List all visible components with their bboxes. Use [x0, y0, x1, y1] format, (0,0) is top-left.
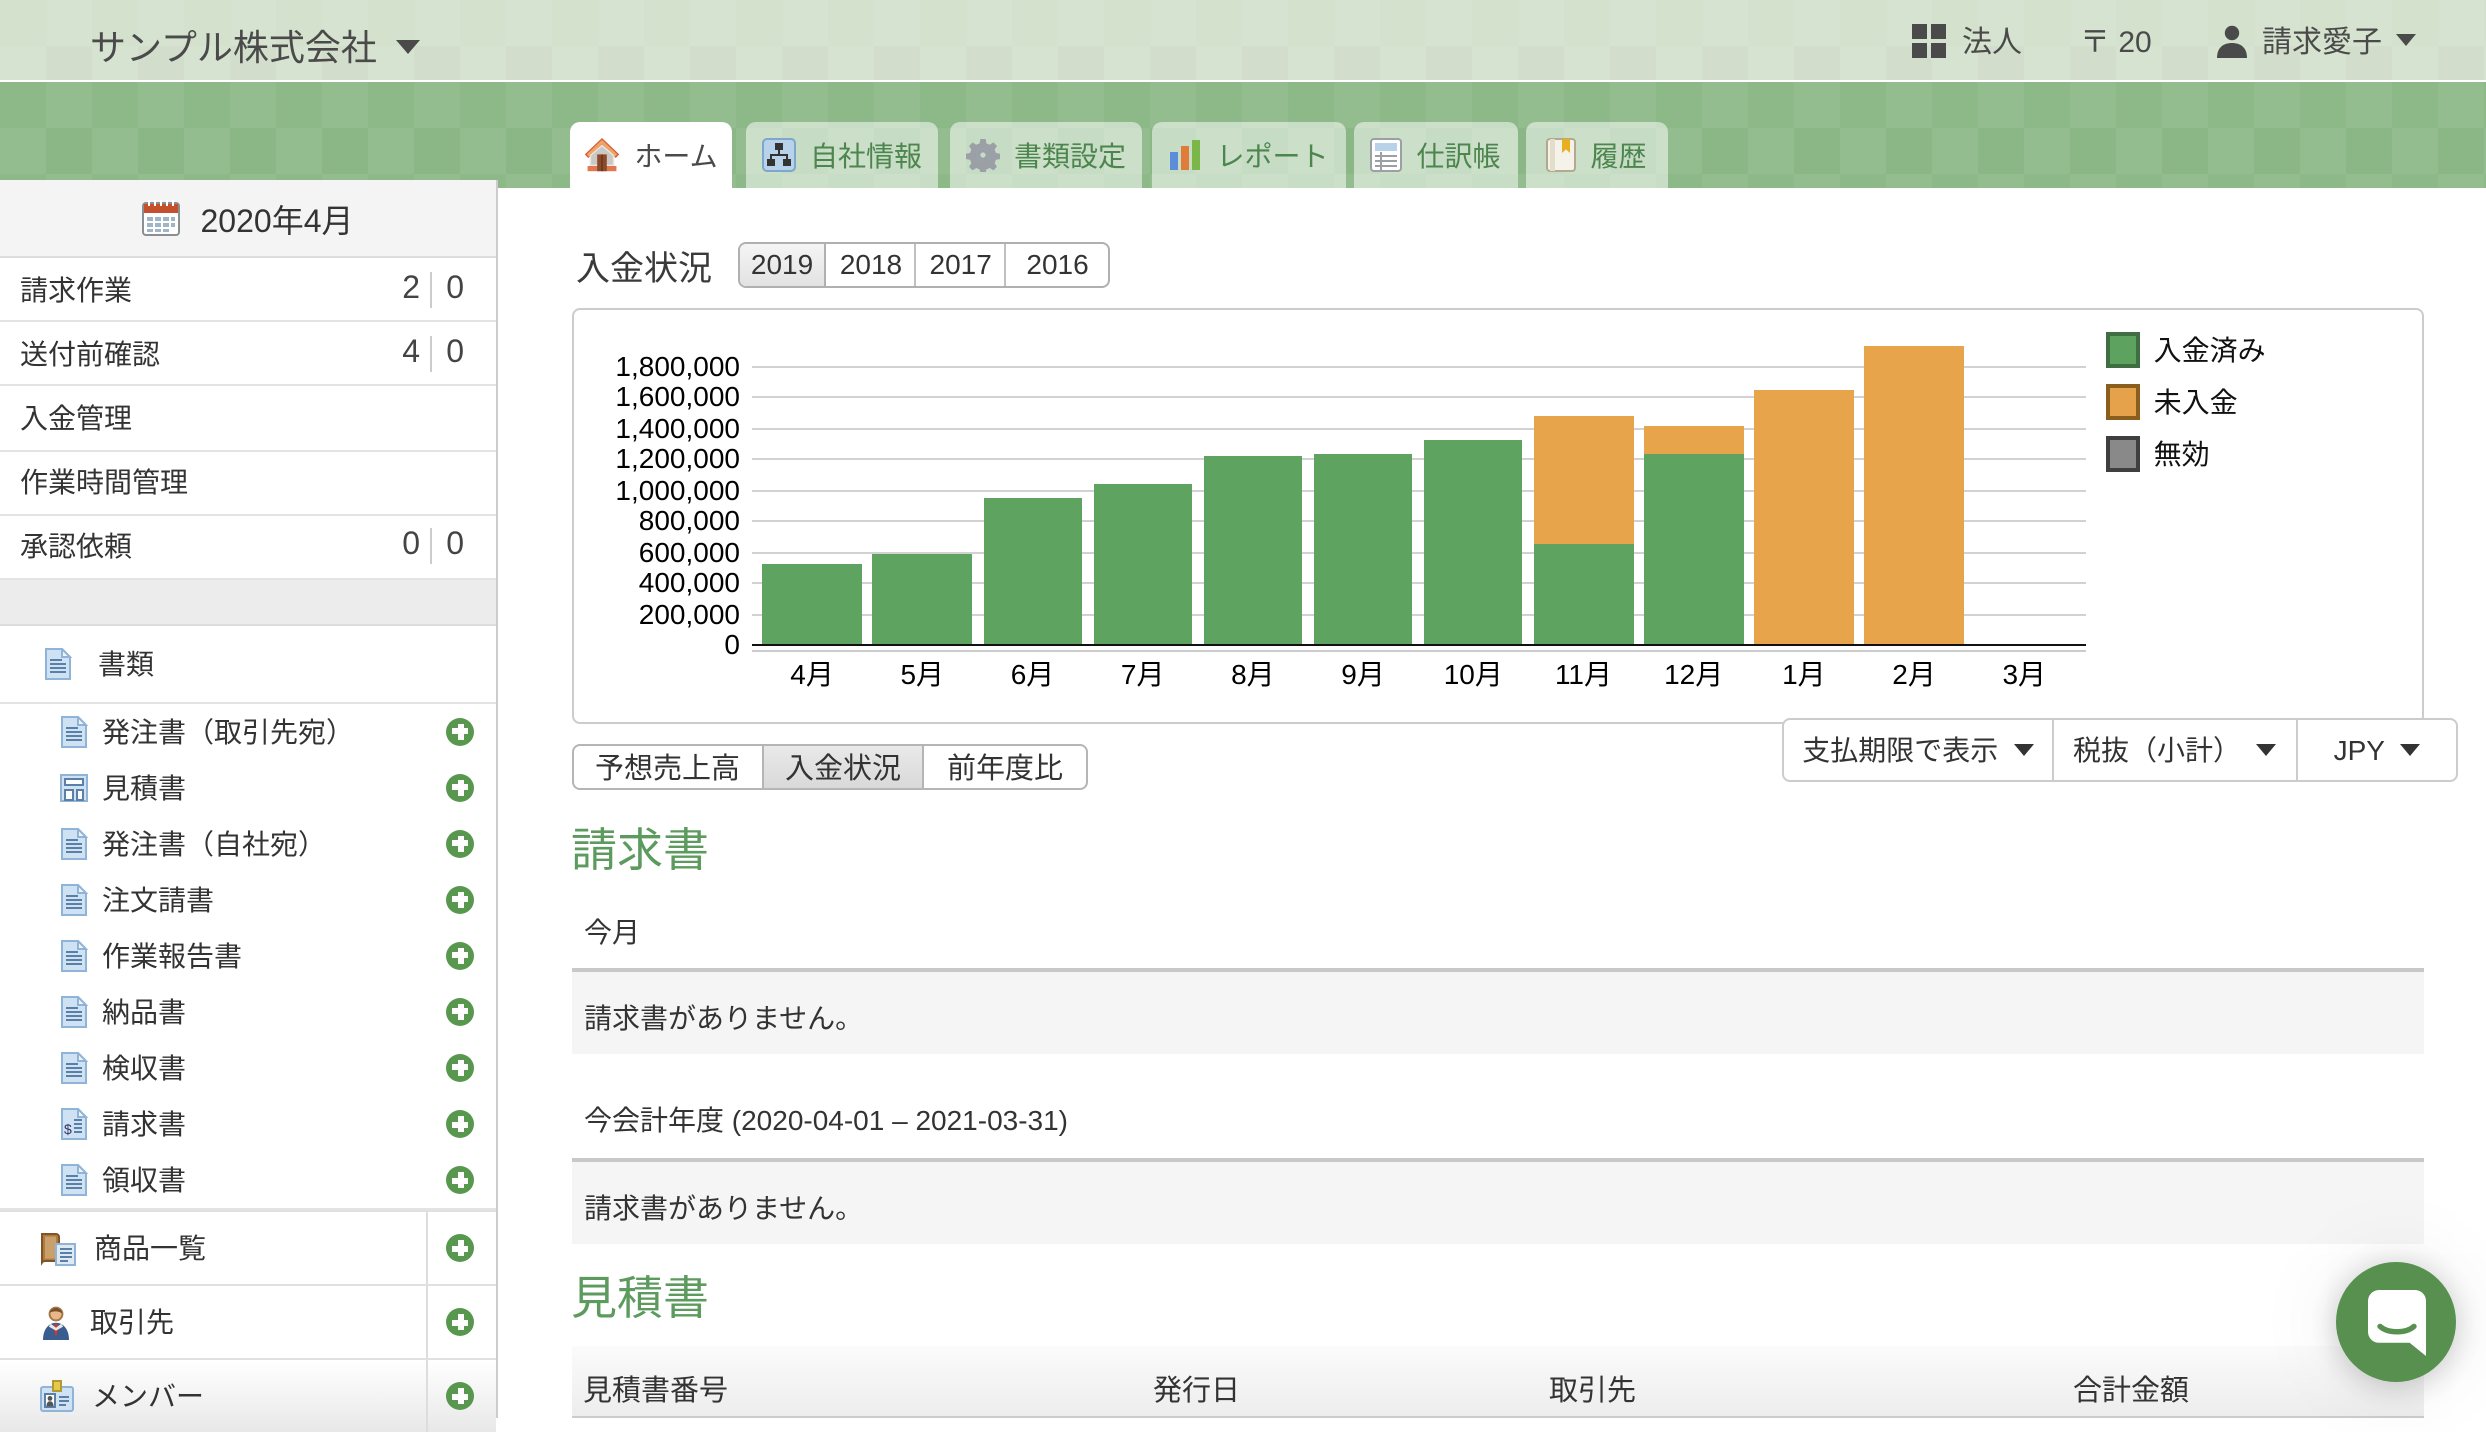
- svg-text:$: $: [64, 1121, 72, 1137]
